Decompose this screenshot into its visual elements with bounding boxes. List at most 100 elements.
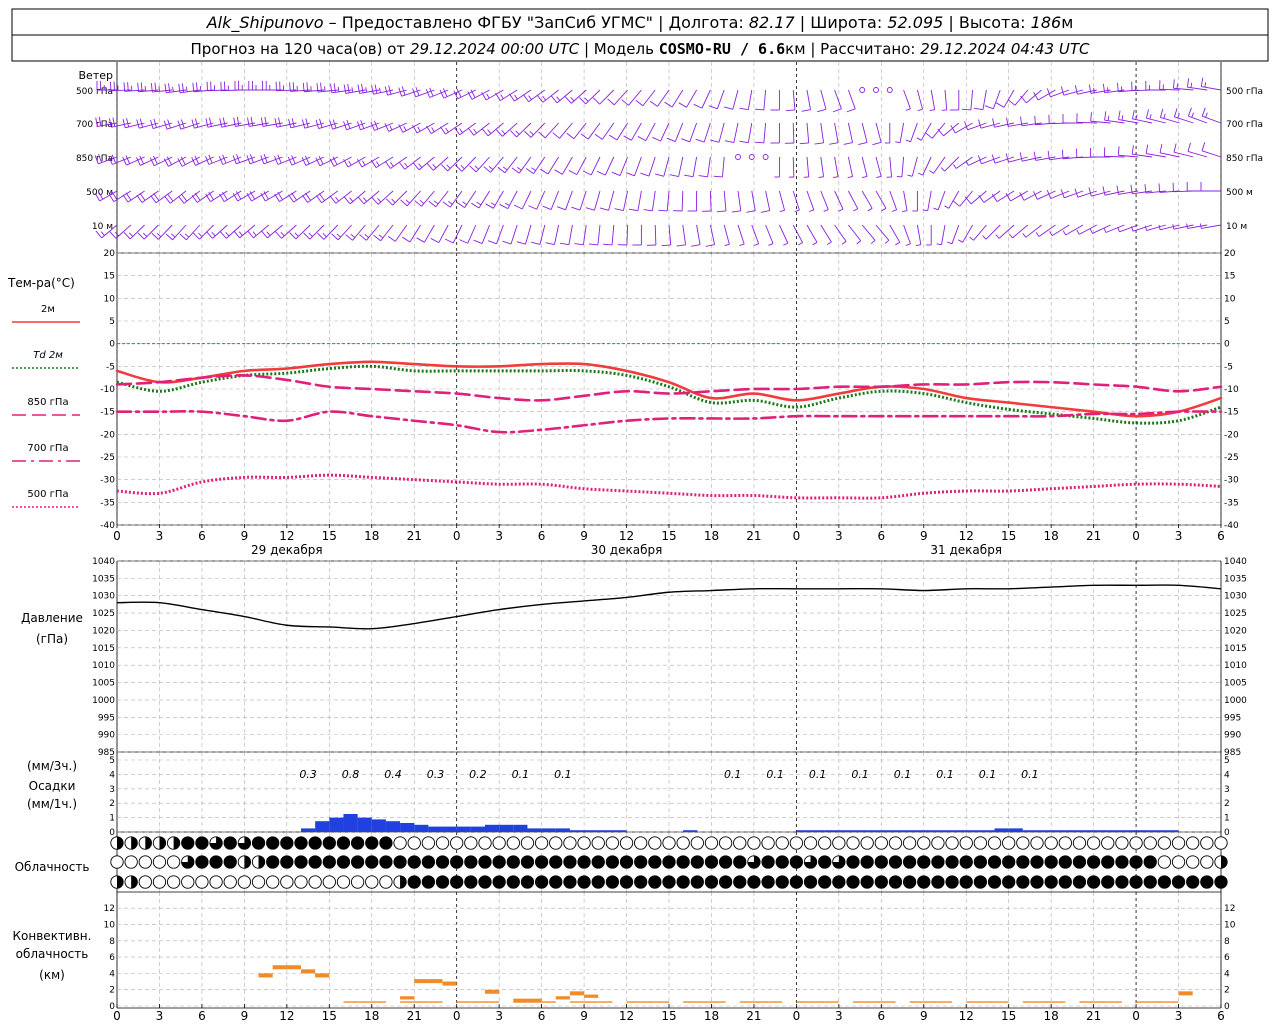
- cloud-cover-circle: [394, 837, 406, 849]
- wind-barb-feather: [795, 210, 800, 212]
- wind-barb-feather: [426, 126, 431, 134]
- wind-barb-feather: [292, 193, 297, 200]
- y-tick-label-right: 0: [1224, 1002, 1230, 1012]
- wind-calm-mark: [736, 155, 741, 160]
- y-tick-label-right: 1: [1224, 814, 1230, 824]
- wind-barb-feather: [871, 240, 875, 243]
- wind-barb-shaft: [876, 157, 881, 176]
- cloud-cover-circle: [408, 837, 420, 849]
- convective-thin-layer: [796, 1001, 810, 1002]
- cloud-cover-circle: [1130, 837, 1142, 849]
- wind-barb-feather: [443, 88, 447, 96]
- time-tick-label: 6: [538, 1009, 546, 1023]
- wind-barb-feather: [331, 84, 332, 93]
- wind-barb-feather: [374, 235, 381, 241]
- time-tick-label: 3: [156, 529, 164, 543]
- cloud-cover-circle: [351, 856, 363, 868]
- y-tick-label-right: 10: [1224, 920, 1236, 930]
- wind-barb-feather: [809, 210, 814, 212]
- time-tick-label: 0: [1132, 529, 1140, 543]
- wind-barb-shaft: [952, 225, 959, 244]
- cloud-cover-circle: [734, 876, 746, 888]
- convective-bar: [513, 999, 527, 1002]
- y-tick-label-left: -25: [100, 453, 115, 463]
- wind-barb-feather: [985, 106, 993, 109]
- precip-total-label: 0.1: [554, 768, 572, 781]
- precip-bar: [938, 830, 952, 832]
- time-tick-label: 15: [322, 529, 337, 543]
- wind-barb-feather: [234, 118, 236, 127]
- cloud-cover-circle: [903, 837, 915, 849]
- wind-barb-shaft: [445, 123, 462, 134]
- precip-bar: [811, 830, 825, 832]
- wind-barb-shaft: [890, 225, 900, 242]
- wind-barb-feather: [306, 119, 308, 128]
- y-tick-label-left: -15: [100, 408, 115, 418]
- wind-barb-feather: [195, 156, 199, 164]
- time-tick-label: 6: [1217, 1009, 1225, 1023]
- wind-barb-feather: [317, 233, 323, 239]
- wind-barb-feather: [491, 203, 495, 206]
- wind-barb-feather: [127, 118, 129, 127]
- precip-bar: [867, 830, 881, 832]
- y-tick-label-left: -10: [100, 385, 115, 395]
- wind-barb-feather: [510, 130, 516, 136]
- cloud-cover-circle: [337, 837, 349, 849]
- convective-thin-layer: [372, 1001, 386, 1002]
- cloud-cover-circle: [521, 856, 533, 868]
- convective-thin-layer: [1150, 1001, 1164, 1002]
- wind-barb-feather: [1150, 114, 1151, 119]
- y-tick-label-left: 995: [98, 713, 115, 723]
- cloud-cover-circle: [167, 876, 179, 888]
- cloud-cover-circle: [521, 876, 533, 888]
- wind-barb-feather: [113, 118, 115, 127]
- cloud-cover-half: [174, 837, 180, 849]
- cloud-cover-circle: [592, 837, 604, 849]
- y-tick-label-right: 1030: [1224, 592, 1247, 602]
- convective-thin-layer: [853, 1001, 867, 1002]
- meteogram-canvas: Alk_Shipunovo – Предоставлено ФГБУ "ЗапС…: [0, 0, 1280, 1024]
- cloud-cover-circle: [366, 876, 378, 888]
- wind-barb-feather: [944, 206, 948, 209]
- wind-barb-shaft: [1004, 90, 1014, 107]
- wind-level-label-right: 700 гПа: [1226, 120, 1263, 130]
- precip-bar: [895, 830, 909, 832]
- wind-barb-feather: [173, 87, 174, 92]
- wind-barb-feather: [655, 174, 664, 176]
- precip-bar: [372, 819, 386, 832]
- wind-barb-shaft: [890, 191, 897, 210]
- cloud-cover-circle: [691, 837, 703, 849]
- wind-barb-feather: [323, 233, 327, 236]
- convective-thin-layer: [471, 1001, 485, 1002]
- wind-barb-feather: [124, 82, 125, 91]
- wind-barb-shaft: [835, 90, 842, 109]
- y-tick-label-left: 2: [109, 986, 115, 996]
- legend-label: 2м: [41, 304, 55, 315]
- y-tick-label-right: 995: [1224, 713, 1241, 723]
- cloud-cover-circle: [762, 876, 774, 888]
- wind-barb-feather: [278, 118, 280, 127]
- wind-barb-shaft: [807, 191, 814, 210]
- wind-barb-feather: [379, 88, 380, 93]
- cloud-cover-circle: [1102, 856, 1114, 868]
- wind-barb-feather: [140, 119, 142, 128]
- cloud-cover-circle: [719, 876, 731, 888]
- wind-barb-shaft: [835, 191, 843, 209]
- cloud-cover-half: [400, 876, 406, 888]
- cloud-cover-circle: [1116, 837, 1128, 849]
- time-tick-label: 3: [835, 529, 843, 543]
- wind-barb-feather: [581, 134, 588, 139]
- wind-barb-feather: [636, 100, 643, 106]
- precip-bar: [683, 830, 697, 832]
- convective-bar: [287, 965, 301, 969]
- cloud-cover-circle: [861, 876, 873, 888]
- cloud-cover-circle: [960, 876, 972, 888]
- wind-barb-shaft: [652, 191, 655, 211]
- cloud-cover-circle: [776, 856, 788, 868]
- precip-bar: [1150, 830, 1164, 832]
- precip-bar: [924, 830, 938, 832]
- cloud-cover-circle: [351, 876, 363, 888]
- time-tick-label: 0: [453, 1009, 461, 1023]
- precip-bar: [1164, 830, 1178, 832]
- wind-barb-feather: [938, 129, 944, 136]
